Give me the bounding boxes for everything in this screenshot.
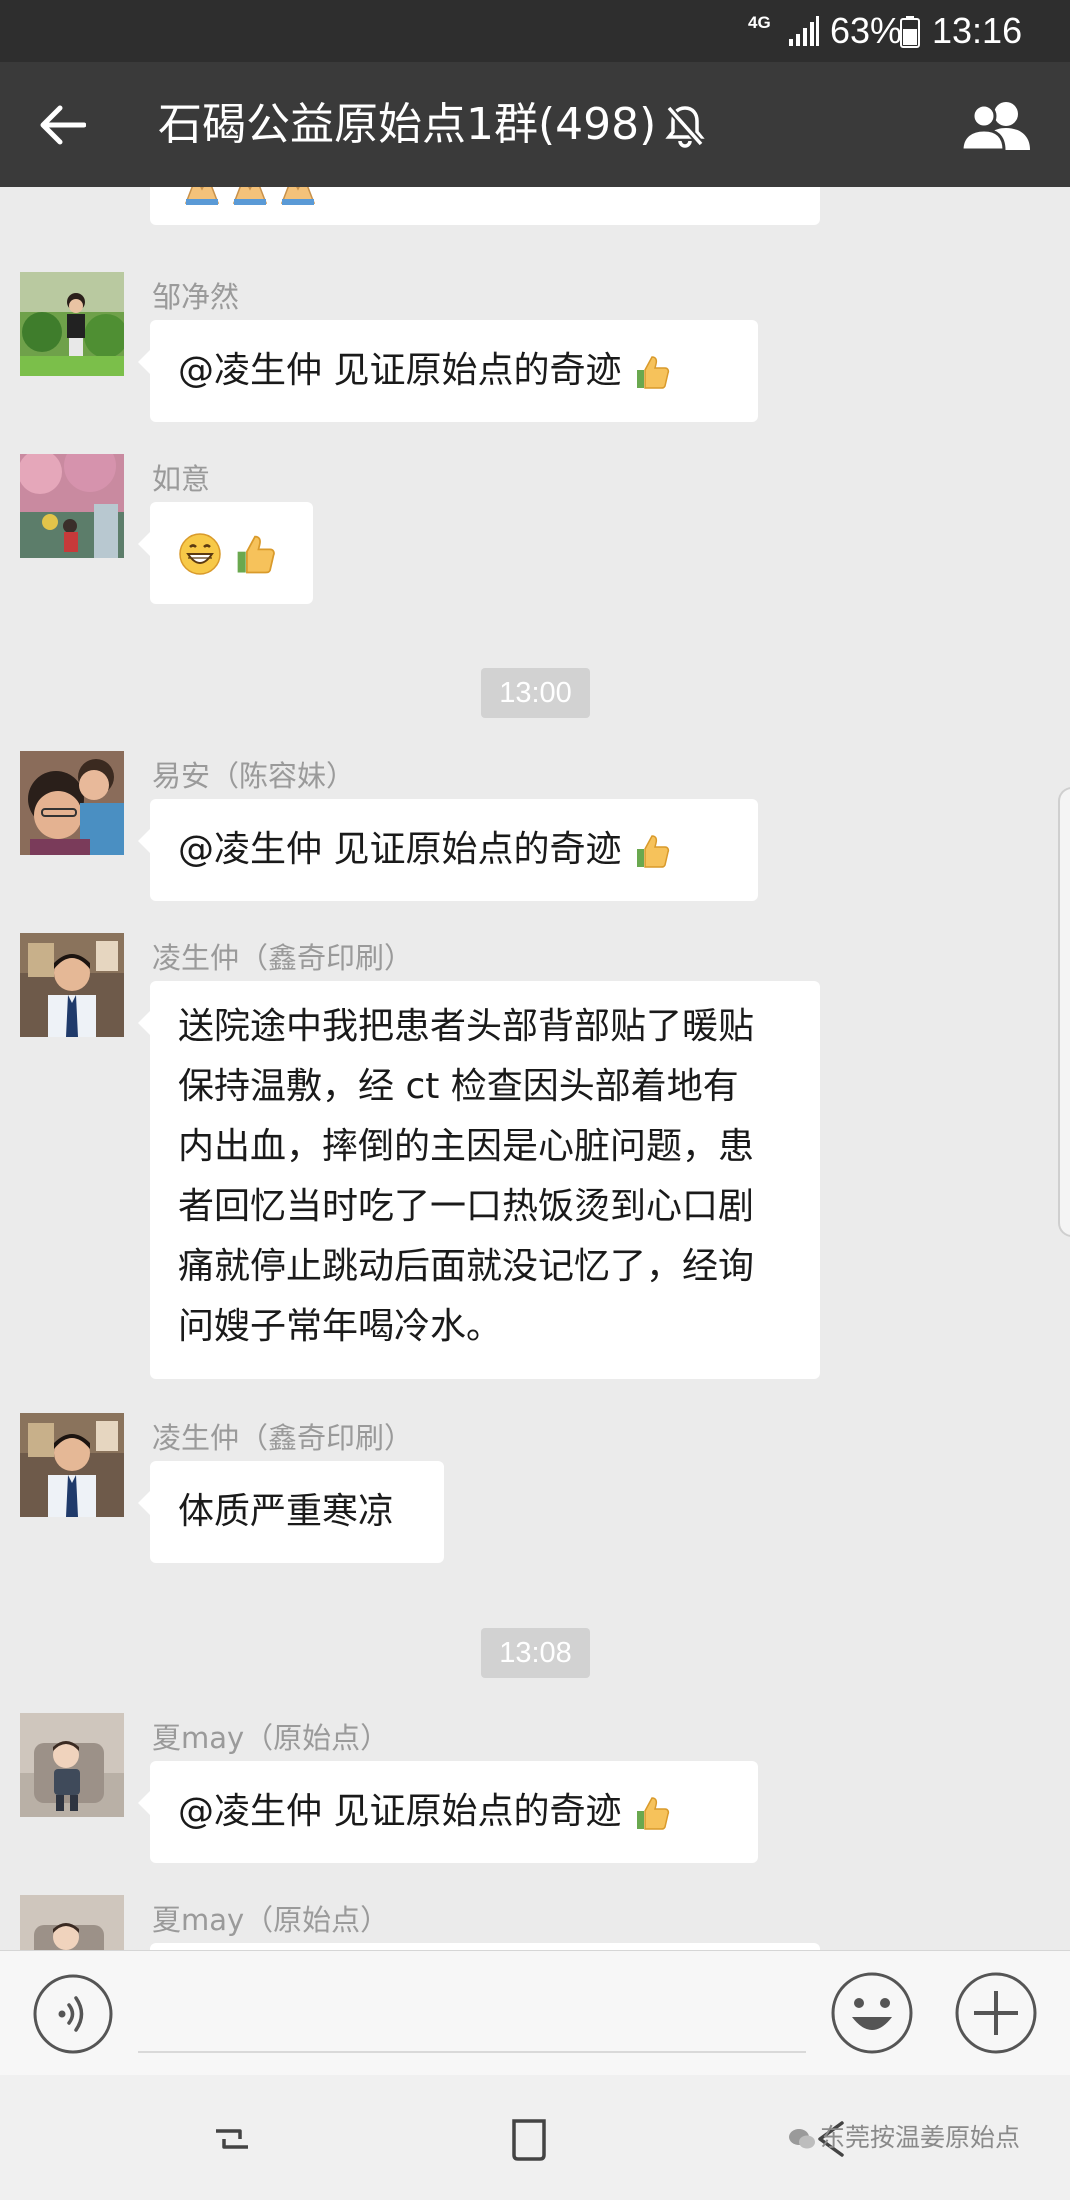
sender-name: 夏may（原始点） (152, 1903, 390, 1937)
battery-icon (900, 16, 920, 48)
group-members-icon[interactable] (960, 100, 1034, 152)
network-indicator: 4G (748, 14, 771, 31)
message-line: 送院途中我把患者头部背部贴了暖贴 (178, 1006, 755, 1047)
avatar[interactable] (20, 272, 124, 376)
avatar[interactable] (20, 933, 124, 1037)
message-line: 问嫂子常年喝冷水。 (178, 1306, 503, 1347)
message-bubble[interactable]: @凌生仲 见证原始点的奇迹 (138, 320, 758, 422)
thumbs-up-icon (238, 535, 276, 574)
message-bubble[interactable]: 送院途中我把患者头部背部贴了暖贴 保持温敷，经 ct 检查因头部着地有 内出血，… (138, 981, 820, 1379)
mute-bell-icon (665, 105, 705, 148)
status-bar: 4G 63% 13:16 (0, 0, 1070, 62)
input-bar (0, 1950, 1070, 2075)
message-line: 保持温敷，经 ct 检查因头部着地有 (178, 1066, 739, 1107)
thumbs-up-icon (636, 1797, 670, 1830)
message-bubble[interactable] (150, 1943, 820, 1950)
message-bubble[interactable] (138, 502, 313, 604)
avatar[interactable] (20, 1895, 124, 1950)
message-line: 者回忆当时吃了一口热饭烫到心口剧 (178, 1186, 755, 1227)
network-label: 4G (748, 13, 771, 32)
message-line: 内出血，摔倒的主因是心脏问题，患 (178, 1126, 755, 1167)
grinning-face-icon (179, 533, 221, 575)
sender-name: 邹净然 (152, 280, 240, 314)
title-bar: 石碣公益原始点1群(498) (0, 62, 1070, 187)
avatar[interactable] (20, 751, 124, 855)
message-text: @凌生仲 见证原始点的奇迹 (178, 1791, 622, 1832)
message-line: 痛就停止跳动后面就没记忆了，经询 (178, 1246, 755, 1287)
battery-percent: 63% (830, 10, 903, 51)
emoji-pray-icon (178, 187, 328, 216)
sender-name: 凌生仲（鑫奇印刷） (152, 1421, 414, 1455)
chat-area[interactable]: 邹净然 @凌生仲 见证原始点的奇迹 如意 13:00 易安（陈容妹） @凌生仲 … (0, 187, 1070, 1950)
avatar[interactable] (20, 1413, 124, 1517)
message-bubble[interactable]: 体质严重寒凉 (138, 1461, 444, 1563)
message-bubble[interactable]: @凌生仲 见证原始点的奇迹 (138, 799, 758, 901)
message-bubble (150, 187, 820, 225)
timestamp-label: 13:00 (481, 668, 590, 718)
home-button-icon[interactable] (508, 2115, 554, 2163)
avatar[interactable] (20, 1713, 124, 1817)
voice-input-icon[interactable] (32, 1973, 114, 2055)
watermark: 东莞按温姜原始点 (788, 2123, 1020, 2153)
timestamp-label: 13:08 (481, 1628, 590, 1678)
scroll-handle[interactable] (1058, 787, 1070, 1237)
more-options-plus-icon[interactable] (954, 1971, 1038, 2055)
sender-name: 易安（陈容妹） (152, 759, 356, 793)
thumbs-up-icon (636, 835, 670, 868)
message-input-field[interactable] (138, 2051, 806, 2053)
message-text: @凌生仲 见证原始点的奇迹 (178, 829, 622, 870)
sender-name: 如意 (152, 462, 211, 496)
message-bubble[interactable]: @凌生仲 见证原始点的奇迹 (138, 1761, 758, 1863)
message-text: 体质严重寒凉 (178, 1491, 395, 1532)
thumbs-up-icon (636, 356, 670, 389)
signal-icon (789, 16, 819, 46)
message-text: @凌生仲 见证原始点的奇迹 (178, 350, 622, 391)
sender-name: 夏may（原始点） (152, 1721, 390, 1755)
chat-title: 石碣公益原始点1群(498) (158, 99, 657, 150)
wechat-logo-icon (789, 2129, 815, 2149)
system-nav-bar: 东莞按温姜原始点 (0, 2075, 1070, 2200)
status-clock: 13:16 (932, 10, 1023, 51)
avatar[interactable] (20, 454, 124, 558)
sender-name: 凌生仲（鑫奇印刷） (152, 941, 414, 975)
emoji-picker-icon[interactable] (830, 1971, 914, 2055)
back-arrow-icon[interactable] (38, 104, 86, 146)
watermark-text: 东莞按温姜原始点 (820, 2123, 1021, 2152)
recent-apps-icon[interactable] (210, 2117, 254, 2161)
